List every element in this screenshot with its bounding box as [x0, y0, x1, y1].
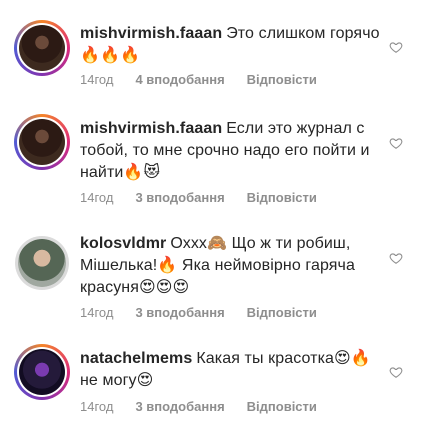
likes-count[interactable]: 4 вподобання	[135, 72, 224, 87]
comment-time: 14год	[80, 190, 114, 205]
avatar[interactable]	[19, 119, 65, 165]
username[interactable]: kolosvldmr	[80, 235, 166, 252]
reply-button[interactable]: Відповісти	[247, 72, 317, 87]
username[interactable]: natachelmems	[80, 350, 192, 367]
username[interactable]: mishvirmish.faaan	[80, 25, 222, 42]
story-ring[interactable]	[14, 20, 70, 76]
heart-outline-icon[interactable]	[389, 40, 403, 54]
comment-meta: 14год 3 вподобання Відповісти	[80, 399, 339, 414]
comment-time: 14год	[80, 72, 114, 87]
comment-body: mishvirmish.faaan Это слишком горячо🔥🔥🔥	[80, 23, 380, 67]
comment-meta: 14год 4 вподобання Відповісти	[80, 72, 339, 87]
heart-outline-icon[interactable]	[389, 365, 403, 379]
comment-body: natachelmems Какая ты красотка😍🔥 не могу😍	[80, 348, 380, 392]
reply-button[interactable]: Відповісти	[247, 399, 317, 414]
username[interactable]: mishvirmish.faaan	[80, 120, 222, 137]
likes-count[interactable]: 3 вподобання	[135, 399, 224, 414]
avatar[interactable]	[18, 239, 66, 287]
avatar[interactable]	[19, 349, 65, 395]
avatar-frame[interactable]	[15, 236, 69, 290]
likes-count[interactable]: 3 вподобання	[135, 190, 224, 205]
avatar[interactable]	[19, 25, 65, 71]
comment-meta: 14год 3 вподобання Відповісти	[80, 190, 339, 205]
heart-outline-icon[interactable]	[389, 136, 403, 150]
story-ring[interactable]	[14, 344, 70, 400]
story-ring[interactable]	[14, 114, 70, 170]
comment-time: 14год	[80, 399, 114, 414]
comment-body: kolosvldmr Оххх🙈 Що ж ти робиш, Мішелька!…	[80, 233, 380, 299]
likes-count[interactable]: 3 вподобання	[135, 305, 224, 320]
comment-body: mishvirmish.faaan Если это журнал с тобой…	[80, 118, 380, 184]
comment-time: 14год	[80, 305, 114, 320]
reply-button[interactable]: Відповісти	[247, 190, 317, 205]
heart-outline-icon[interactable]	[389, 251, 403, 265]
comment-meta: 14год 3 вподобання Відповісти	[80, 305, 339, 320]
reply-button[interactable]: Відповісти	[247, 305, 317, 320]
